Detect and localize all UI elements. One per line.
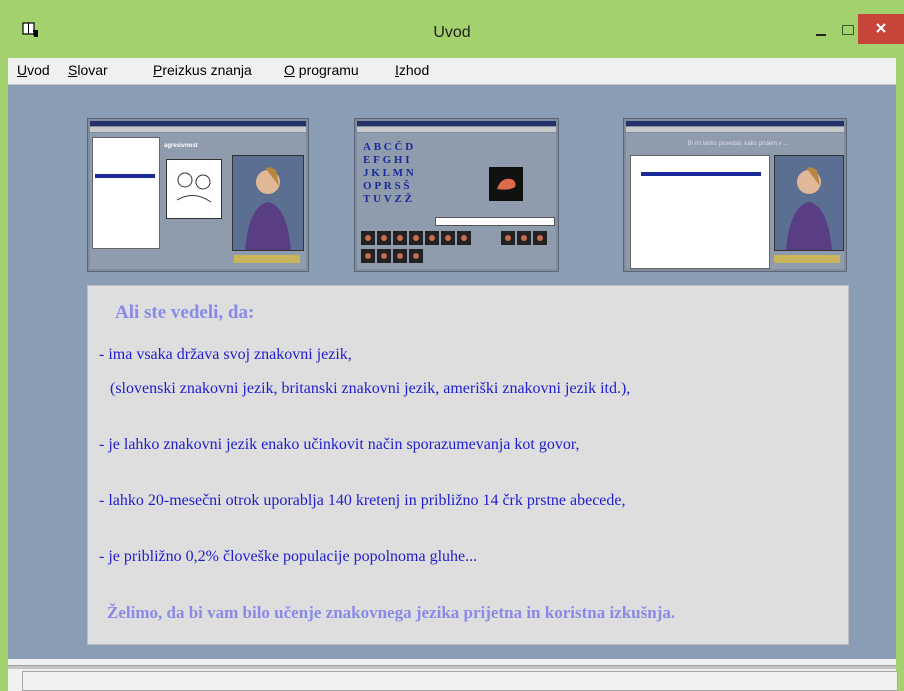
menu-preizkus-znanja[interactable]: Preizkus znanja (153, 62, 252, 78)
menu-slovar-mnemonic: S (68, 62, 78, 78)
menu-preizkus-label: reizkus znanja (162, 62, 252, 78)
menu-uvod[interactable]: Uvod (17, 62, 50, 78)
thumbnail-phrases: Bi mi lahko povedali, kako pridem v ... (623, 118, 847, 272)
thumb-signer-video (774, 155, 844, 251)
signer-icon (786, 167, 832, 250)
thumb-body: agresivnost (90, 133, 306, 269)
thumb-word: agresivnost (164, 143, 198, 149)
thumb-hand-sign (489, 167, 523, 201)
bottom-area (8, 659, 898, 691)
hand-icon (497, 178, 516, 190)
thumb-handshape-row-2 (361, 249, 441, 263)
close-button[interactable] (858, 14, 904, 44)
close-icon (876, 23, 886, 33)
title-bar[interactable]: Uvod (0, 0, 904, 58)
menu-o-programu-label: programu (294, 62, 359, 78)
minimize-icon (816, 34, 826, 36)
horizontal-separator (8, 665, 896, 669)
thumb-drawing (166, 159, 222, 219)
window-title: Uvod (433, 24, 471, 41)
thumb-titlebar (357, 121, 556, 126)
status-bar (22, 671, 898, 691)
info-heading: Ali ste vedeli, da: (115, 302, 255, 323)
thumb-body: Bi mi lahko povedali, kako pridem v ... (626, 133, 844, 269)
thumb-input (435, 217, 555, 226)
thumbnail-alphabet: A B C Č D E F G H I J K L M N O P R S Š … (354, 118, 559, 272)
thumb-menubar (357, 127, 556, 132)
fact-3: - lahko 20-mesečni otrok uporablja 140 k… (99, 492, 626, 509)
thumbnail-dictionary: agresivnost (87, 118, 309, 272)
signer-icon (245, 167, 291, 250)
thumb-phrase-list (630, 155, 770, 269)
thumb-word-list (92, 137, 160, 249)
cartoon-icon (176, 172, 212, 203)
fact-2: - je lahko znakovni jezik enako učinkovi… (99, 436, 580, 453)
handshapes-icon (361, 249, 423, 263)
menu-preizkus-mnemonic: P (153, 62, 163, 78)
menu-slovar-label: lovar (77, 62, 108, 78)
fact-1-detail: (slovenski znakovni jezik, britanski zna… (110, 380, 631, 397)
thumb-nav-buttons (774, 255, 840, 263)
menu-izhod-label: zhod (398, 62, 430, 78)
thumb-letter-grid: A B C Č D E F G H I J K L M N O P R S Š … (363, 141, 414, 205)
thumb-body: A B C Č D E F G H I J K L M N O P R S Š … (357, 133, 556, 269)
menu-o-programu[interactable]: O programu (284, 62, 359, 78)
thumb-handshape-row-1 (361, 231, 553, 245)
thumb-nav-buttons (234, 255, 300, 263)
handshapes-icon (361, 231, 547, 245)
app-window: Uvod Uvod Slovar Preizkus znanja O progr… (0, 0, 904, 691)
menu-o-programu-mnemonic: O (284, 62, 295, 78)
info-closing: Želimo, da bi vam bilo učenje znakovnega… (107, 603, 676, 622)
info-panel: Ali ste vedeli, da: - ima vsaka država s… (87, 285, 849, 645)
thumb-phrase: Bi mi lahko povedali, kako pridem v ... (687, 141, 789, 147)
fact-4: - je približno 0,2% človeške populacije … (99, 548, 478, 565)
fact-1: - ima vsaka država svoj znakovni jezik, (99, 346, 352, 363)
menu-slovar[interactable]: Slovar (68, 62, 108, 78)
menu-izhod[interactable]: Izhod (395, 62, 429, 78)
thumb-menubar (90, 127, 306, 132)
thumb-titlebar (626, 121, 844, 126)
thumb-menubar (626, 127, 844, 132)
menu-uvod-label: vod (27, 62, 50, 78)
minimize-button[interactable] (808, 16, 834, 44)
menu-bar: Uvod Slovar Preizkus znanja O programu I… (8, 58, 896, 85)
thumb-signer-video (232, 155, 304, 251)
thumb-titlebar (90, 121, 306, 126)
menu-uvod-mnemonic: U (17, 62, 28, 78)
